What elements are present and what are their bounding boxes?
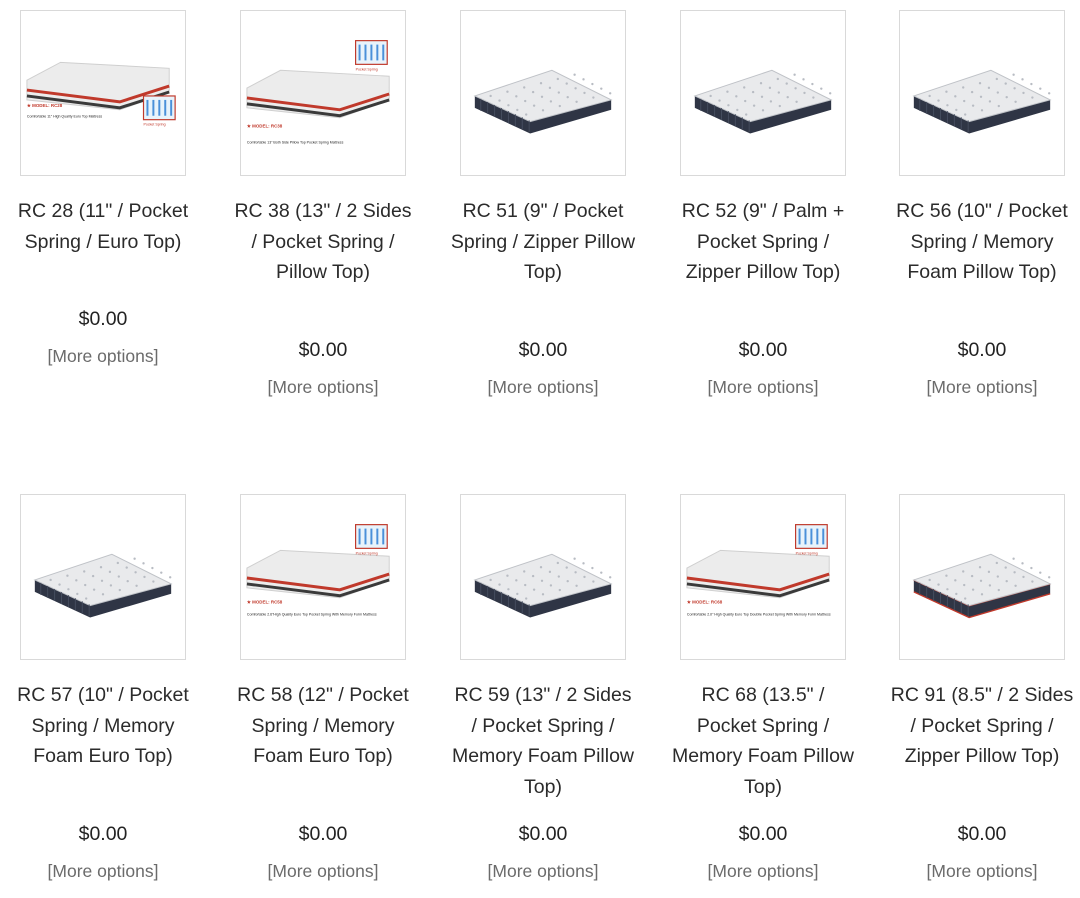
mattress-image bbox=[912, 553, 1052, 619]
caption-label: Comfortable 13" Both Side Pillow Top Poc… bbox=[247, 140, 344, 144]
product-image[interactable]: ★ MODEL: RC28 Comfortable 11" High Qualit… bbox=[20, 10, 186, 176]
product-price: $0.00 bbox=[78, 823, 128, 845]
product-price: $0.00 bbox=[78, 308, 128, 330]
mattress-illustration: ★ MODEL: RC58 Comfortable 2.6"High Qualit… bbox=[246, 524, 390, 617]
product-image[interactable] bbox=[460, 494, 626, 660]
more-options-link[interactable]: [More options] bbox=[660, 377, 866, 398]
product-price: $0.00 bbox=[298, 823, 348, 845]
mattress-image: ★ MODEL: RC28 Comfortable 11" High Qualit… bbox=[26, 61, 176, 127]
model-label: ★ MODEL: RC68 bbox=[686, 600, 723, 605]
product-title[interactable]: RC 52 (9" / Palm + Pocket Spring / Zippe… bbox=[670, 196, 856, 288]
product-title[interactable]: RC 38 (13" / 2 Sides / Pocket Spring / P… bbox=[230, 196, 416, 288]
caption-label: Comfortable 2.0" High Quality Euro Top D… bbox=[687, 613, 831, 617]
product-title[interactable]: RC 28 (11" / Pocket Spring / Euro Top) bbox=[10, 196, 196, 257]
product-title[interactable]: RC 59 (13" / 2 Sides / Pocket Spring / M… bbox=[450, 680, 636, 802]
more-options-link[interactable]: [More options] bbox=[879, 377, 1080, 398]
product-image[interactable] bbox=[680, 10, 846, 176]
mattress-image: ★ MODEL: RC38 Comfortable 13" Both Side P… bbox=[246, 40, 390, 144]
product-image[interactable] bbox=[899, 10, 1065, 176]
mattress-illustration: ★ MODEL: RC68 Comfortable 2.0" High Quali… bbox=[686, 524, 831, 617]
more-options-link[interactable]: [More options] bbox=[0, 861, 206, 882]
badge-label: Pocket Spring bbox=[356, 67, 378, 71]
badge-label: Pocket Spring bbox=[796, 551, 818, 555]
more-options-link[interactable]: [More options] bbox=[0, 346, 206, 367]
product-price: $0.00 bbox=[957, 339, 1007, 361]
caption-label: Comfortable 11" High Quality Euro Top Ma… bbox=[27, 115, 102, 119]
product-price: $0.00 bbox=[298, 339, 348, 361]
product-title[interactable]: RC 51 (9" / Pocket Spring / Zipper Pillo… bbox=[450, 196, 636, 288]
mattress-image bbox=[473, 553, 613, 618]
product-title[interactable]: RC 57 (10" / Pocket Spring / Memory Foam… bbox=[10, 680, 196, 772]
mattress-image: ★ MODEL: RC58 Comfortable 2.6"High Qualit… bbox=[246, 524, 390, 617]
mattress-image bbox=[912, 69, 1052, 134]
product-image[interactable]: ★ MODEL: RC38 Comfortable 13" Both Side P… bbox=[240, 10, 406, 176]
badge-label: Pocket Spring bbox=[144, 123, 166, 127]
mattress-image bbox=[473, 69, 613, 134]
mattress-illustration bbox=[33, 553, 173, 618]
product-image[interactable]: ★ MODEL: RC68 Comfortable 2.0" High Quali… bbox=[680, 494, 846, 660]
product-title[interactable]: RC 91 (8.5" / 2 Sides / Pocket Spring / … bbox=[889, 680, 1075, 772]
caption-label: Comfortable 2.6"High Quality Euro Top Po… bbox=[247, 613, 377, 617]
more-options-link[interactable]: [More options] bbox=[879, 861, 1080, 882]
model-label: ★ MODEL: RC38 bbox=[246, 124, 283, 129]
model-label: ★ MODEL: RC58 bbox=[246, 600, 283, 605]
product-image[interactable] bbox=[460, 10, 626, 176]
mattress-image bbox=[33, 553, 173, 618]
product-price: $0.00 bbox=[518, 339, 568, 361]
product-image[interactable] bbox=[20, 494, 186, 660]
product-price: $0.00 bbox=[518, 823, 568, 845]
more-options-link[interactable]: [More options] bbox=[440, 861, 646, 882]
mattress-image bbox=[693, 69, 833, 134]
product-price: $0.00 bbox=[738, 339, 788, 361]
product-title[interactable]: RC 56 (10" / Pocket Spring / Memory Foam… bbox=[889, 196, 1075, 288]
mattress-illustration: ★ MODEL: RC28 Comfortable 11" High Qualit… bbox=[26, 61, 176, 127]
badge-label: Pocket Spring bbox=[356, 551, 378, 555]
mattress-illustration: ★ MODEL: RC38 Comfortable 13" Both Side P… bbox=[246, 40, 390, 144]
product-price: $0.00 bbox=[738, 823, 788, 845]
model-label: ★ MODEL: RC28 bbox=[26, 103, 63, 108]
more-options-link[interactable]: [More options] bbox=[440, 377, 646, 398]
mattress-illustration bbox=[912, 553, 1052, 619]
product-image[interactable]: ★ MODEL: RC58 Comfortable 2.6"High Qualit… bbox=[240, 494, 406, 660]
product-price: $0.00 bbox=[957, 823, 1007, 845]
mattress-illustration bbox=[473, 553, 613, 618]
product-title[interactable]: RC 68 (13.5" / Pocket Spring / Memory Fo… bbox=[670, 680, 856, 802]
mattress-image: ★ MODEL: RC68 Comfortable 2.0" High Quali… bbox=[686, 524, 831, 617]
mattress-illustration bbox=[473, 69, 613, 134]
mattress-illustration bbox=[693, 69, 833, 134]
mattress-illustration bbox=[912, 69, 1052, 134]
product-grid: ★ MODEL: RC28 Comfortable 11" High Qualit… bbox=[0, 0, 1080, 898]
product-image[interactable] bbox=[899, 494, 1065, 660]
more-options-link[interactable]: [More options] bbox=[220, 861, 426, 882]
more-options-link[interactable]: [More options] bbox=[220, 377, 426, 398]
product-title[interactable]: RC 58 (12" / Pocket Spring / Memory Foam… bbox=[230, 680, 416, 772]
more-options-link[interactable]: [More options] bbox=[660, 861, 866, 882]
